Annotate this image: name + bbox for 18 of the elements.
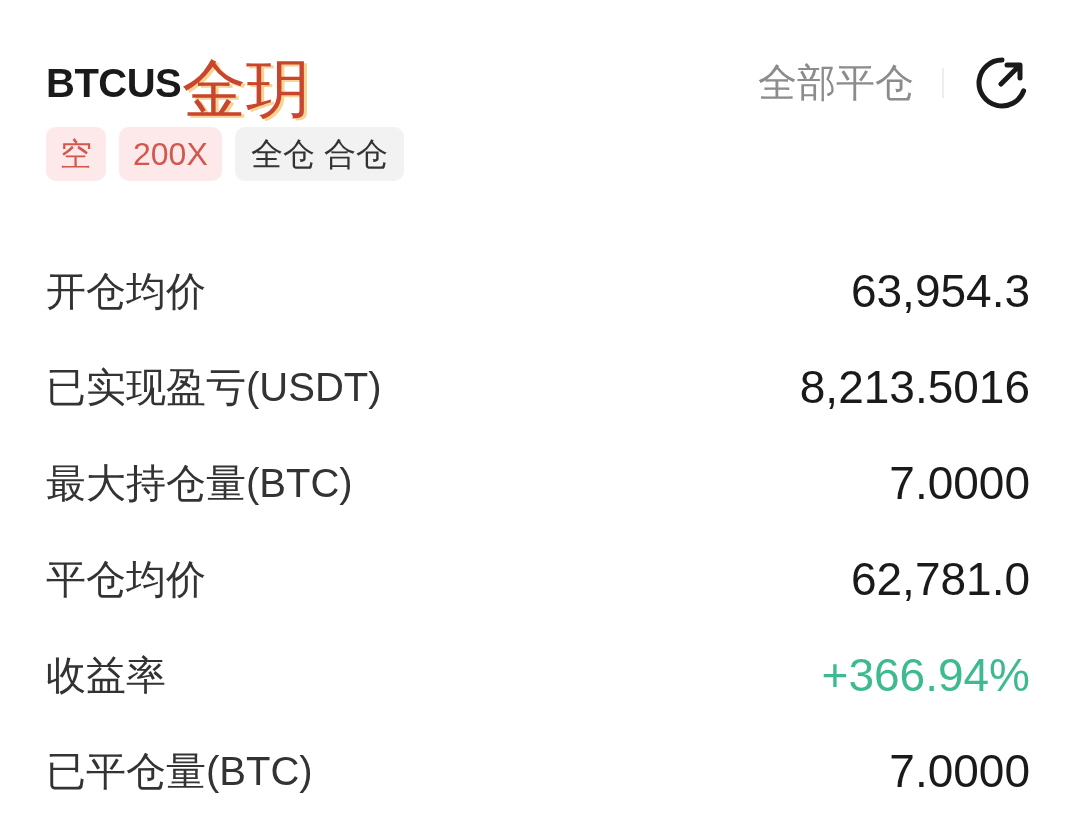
sticker-text: 金玥 <box>182 54 311 124</box>
field-value: 62,781.0 <box>850 552 1030 606</box>
field-value: +366.94% <box>821 648 1030 702</box>
position-tag: 空 <box>46 127 106 181</box>
field-value: 63,954.3 <box>850 264 1030 318</box>
position-tag: 全仓 合仓 <box>234 127 404 181</box>
field-value: 7.0000 <box>889 744 1030 798</box>
field-value: 7.0000 <box>889 456 1030 510</box>
close-all-button[interactable]: 全部平仓 <box>758 59 914 107</box>
field-label: 收益率 <box>46 652 166 699</box>
field-label: 已实现盈亏(USDT) <box>46 364 382 411</box>
field-label: 平仓均价 <box>46 556 206 603</box>
pair-title: BTCUS <box>46 60 182 107</box>
position-tag: 200X <box>119 127 222 181</box>
field-label: 开仓均价 <box>46 268 206 315</box>
field-label: 最大持仓量(BTC) <box>46 460 353 507</box>
field-label: 已平仓量(BTC) <box>46 748 313 795</box>
field-value: 8,213.5016 <box>799 360 1030 414</box>
